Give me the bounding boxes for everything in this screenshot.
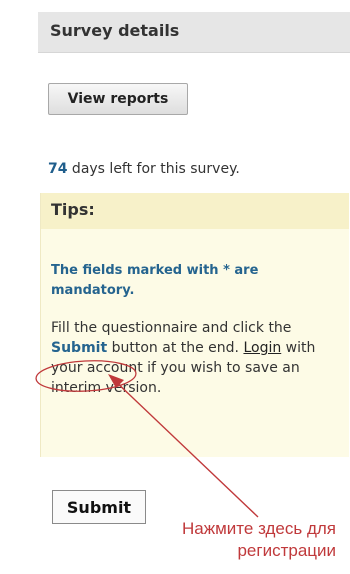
instructions-part2: button at the end. [107, 340, 244, 356]
days-left-count: 74 [48, 161, 68, 177]
annotation-line-2: регистрации [237, 541, 336, 560]
days-left-text: 74 days left for this survey. [48, 161, 240, 177]
mandatory-note: The fields marked with * are mandatory. [51, 263, 259, 298]
survey-details-panel: Survey details View reports 74 days left… [38, 0, 350, 574]
annotation-text: Нажмите здесь для регистрации [116, 518, 336, 562]
instructions-part1: Fill the questionnaire and click the [51, 320, 292, 336]
tips-header: Tips: [41, 193, 349, 229]
login-link[interactable]: Login [243, 340, 281, 356]
view-reports-button[interactable]: View reports [48, 83, 188, 115]
panel-title: Survey details [50, 21, 180, 40]
tips-title: Tips: [51, 200, 95, 219]
tips-box: Tips: The fields marked with * are manda… [40, 193, 349, 457]
instructions-text: Fill the questionnaire and click the Sub… [51, 318, 350, 398]
days-left-label: days left for this survey. [67, 161, 240, 177]
instructions-submit-word: Submit [51, 340, 108, 356]
annotation-line-1: Нажмите здесь для [182, 519, 336, 538]
panel-header: Survey details [38, 12, 350, 53]
